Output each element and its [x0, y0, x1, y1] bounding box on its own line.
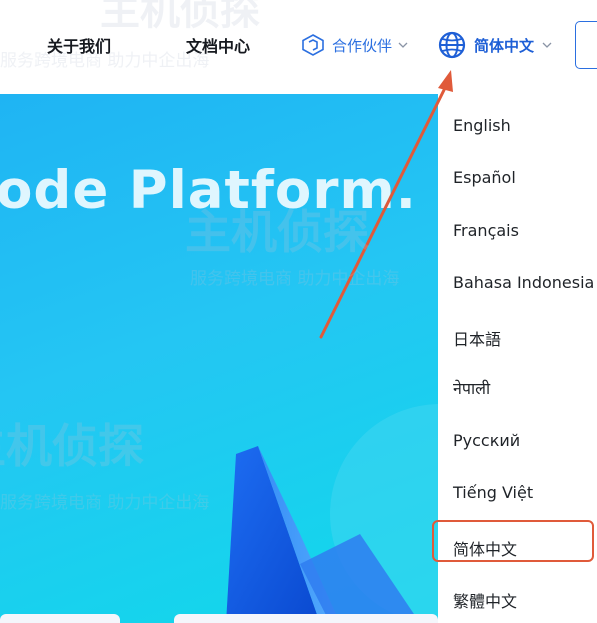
hero-card[interactable] [0, 614, 120, 623]
nav-partners-menu[interactable]: 合作伙伴 [300, 32, 408, 58]
nav-about-us[interactable]: 关于我们 [47, 33, 111, 57]
chevron-down-icon [542, 42, 552, 48]
language-option-russian[interactable]: Русский [453, 431, 520, 450]
top-nav: 关于我们 文档中心 合作伙伴 简体中文 [0, 0, 597, 94]
hero-title: ode Platform. [0, 160, 417, 221]
language-option-english[interactable]: English [453, 116, 511, 135]
language-option-french[interactable]: Français [453, 221, 519, 240]
nav-action-button[interactable] [575, 21, 597, 69]
language-option-traditional-chinese[interactable]: 繁體中文 [453, 588, 517, 612]
hexagon-icon [302, 34, 324, 56]
language-option-nepali[interactable]: नेपाली [453, 377, 490, 399]
nav-docs-center[interactable]: 文档中心 [186, 33, 250, 57]
chevron-down-icon [398, 42, 408, 48]
language-option-japanese[interactable]: 日本語 [453, 326, 501, 350]
language-switcher-label: 简体中文 [474, 36, 535, 55]
language-option-indonesian[interactable]: Bahasa Indonesia [453, 273, 594, 292]
language-switcher[interactable]: 简体中文 [438, 30, 552, 60]
hero-banner: ode Platform. [0, 94, 438, 623]
globe-icon [438, 31, 466, 59]
nav-partners-label: 合作伙伴 [332, 36, 393, 55]
highlight-box [432, 520, 594, 562]
language-option-vietnamese[interactable]: Tiếng Việt [453, 483, 533, 502]
hero-card[interactable] [174, 614, 438, 623]
language-option-spanish[interactable]: Español [453, 168, 516, 187]
